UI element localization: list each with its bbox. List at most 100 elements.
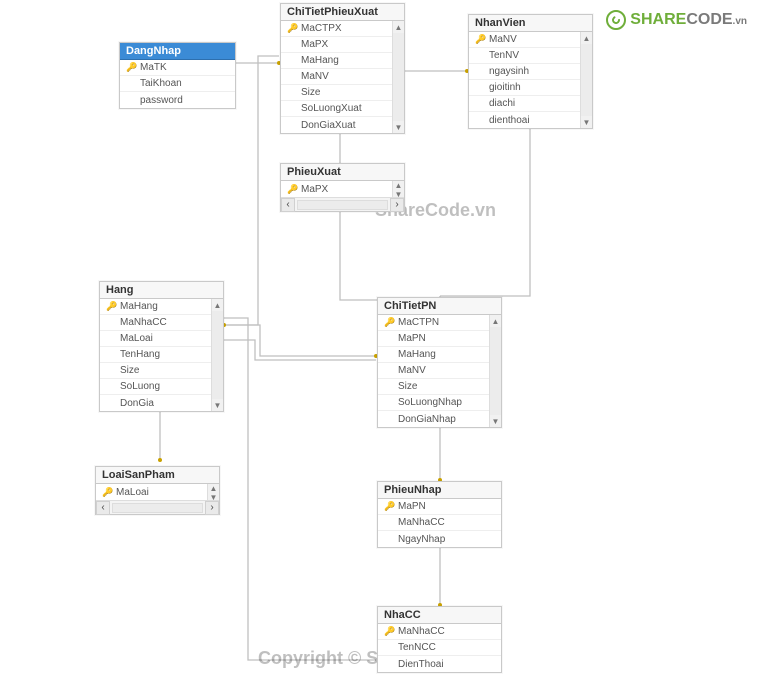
scroll-up-icon[interactable]: ▲ bbox=[393, 21, 404, 33]
table-row[interactable]: 🔑MaHang bbox=[100, 299, 211, 315]
table-row[interactable]: ngaysinh bbox=[469, 64, 580, 80]
table-row[interactable]: MaHang bbox=[378, 347, 489, 363]
table-row[interactable]: TaiKhoan bbox=[120, 76, 235, 92]
table-header[interactable]: Hang bbox=[100, 282, 223, 299]
table-row[interactable]: 🔑MaCTPX bbox=[281, 21, 392, 37]
table-row[interactable]: MaPX bbox=[281, 37, 392, 53]
table-header[interactable]: PhieuNhap bbox=[378, 482, 501, 499]
table-nhacc[interactable]: NhaCC 🔑MaNhaCC TenNCC DienThoai bbox=[377, 606, 502, 673]
table-row[interactable]: 🔑MaTK bbox=[120, 60, 235, 76]
table-row[interactable]: Size bbox=[281, 85, 392, 101]
field-name: dienthoai bbox=[485, 115, 530, 126]
table-row[interactable]: SoLuong bbox=[100, 379, 211, 395]
scroll-down-icon[interactable]: ▼ bbox=[490, 415, 501, 427]
scroll-up-icon[interactable]: ▲ bbox=[208, 484, 219, 493]
table-row[interactable]: 🔑MaCTPN bbox=[378, 315, 489, 331]
scroll-track[interactable] bbox=[581, 44, 592, 116]
table-row[interactable]: diachi bbox=[469, 96, 580, 112]
table-row[interactable]: DonGiaNhap bbox=[378, 411, 489, 427]
table-row[interactable]: MaNhaCC bbox=[378, 515, 501, 531]
scroll-left-icon[interactable]: ‹ bbox=[96, 501, 110, 515]
table-row[interactable]: TenNCC bbox=[378, 640, 501, 656]
table-title: ChiTietPhieuXuat bbox=[287, 6, 378, 18]
table-row[interactable]: MaNhaCC bbox=[100, 315, 211, 331]
table-header[interactable]: ChiTietPN bbox=[378, 298, 501, 315]
table-row[interactable]: NgayNhap bbox=[378, 531, 501, 547]
field-name: password bbox=[136, 95, 183, 106]
table-hang[interactable]: Hang 🔑MaHang MaNhaCC MaLoai TenHang Size… bbox=[99, 281, 224, 412]
table-row[interactable]: gioitinh bbox=[469, 80, 580, 96]
field-name: MaTK bbox=[136, 62, 167, 73]
table-row[interactable]: 🔑MaNV bbox=[469, 32, 580, 48]
scroll-track[interactable] bbox=[112, 503, 203, 513]
table-row[interactable]: MaLoai bbox=[100, 331, 211, 347]
table-row[interactable]: Size bbox=[378, 379, 489, 395]
field-name: MaNV bbox=[485, 34, 517, 45]
vertical-scrollbar[interactable]: ▲▼ bbox=[211, 299, 223, 411]
table-header[interactable]: NhaCC bbox=[378, 607, 501, 624]
table-row[interactable]: SoLuongXuat bbox=[281, 101, 392, 117]
field-name: Size bbox=[297, 87, 320, 98]
key-icon: 🔑 bbox=[384, 317, 394, 328]
scroll-up-icon[interactable]: ▲ bbox=[212, 299, 223, 311]
table-phieunhap[interactable]: PhieuNhap 🔑MaPN MaNhaCC NgayNhap bbox=[377, 481, 502, 548]
scroll-track[interactable] bbox=[297, 200, 388, 210]
table-row[interactable]: DonGiaXuat bbox=[281, 117, 392, 133]
table-loaisanpham[interactable]: LoaiSanPham 🔑MaLoai ▲▼ ‹› bbox=[95, 466, 220, 515]
scroll-down-icon[interactable]: ▼ bbox=[393, 121, 404, 133]
scroll-down-icon[interactable]: ▼ bbox=[581, 116, 592, 128]
vertical-scrollbar[interactable]: ▲▼ bbox=[392, 181, 404, 197]
scroll-right-icon[interactable]: › bbox=[205, 501, 219, 515]
field-name: MaPX bbox=[297, 184, 328, 195]
scroll-down-icon[interactable]: ▼ bbox=[208, 493, 219, 502]
vertical-scrollbar[interactable]: ▲▼ bbox=[489, 315, 501, 427]
table-header[interactable]: DangNhap bbox=[120, 43, 235, 60]
table-header[interactable]: PhieuXuat bbox=[281, 164, 404, 181]
table-nhanvien[interactable]: NhanVien 🔑MaNV TenNV ngaysinh gioitinh d… bbox=[468, 14, 593, 129]
table-row[interactable]: 🔑MaPN bbox=[378, 499, 501, 515]
table-title: LoaiSanPham bbox=[102, 469, 175, 481]
scroll-down-icon[interactable]: ▼ bbox=[393, 190, 404, 199]
field-name: MaCTPN bbox=[394, 317, 439, 328]
scroll-track[interactable] bbox=[212, 311, 223, 399]
table-phieuxuat[interactable]: PhieuXuat 🔑MaPX ▲▼ ‹› bbox=[280, 163, 405, 212]
scroll-track[interactable] bbox=[490, 327, 501, 415]
horizontal-scrollbar[interactable]: ‹› bbox=[96, 500, 219, 514]
table-chitietphieuxuat[interactable]: ChiTietPhieuXuat 🔑MaCTPX MaPX MaHang MaN… bbox=[280, 3, 405, 134]
table-header[interactable]: NhanVien bbox=[469, 15, 592, 32]
vertical-scrollbar[interactable]: ▲▼ bbox=[392, 21, 404, 133]
field-name: DienThoai bbox=[394, 659, 444, 670]
table-row[interactable]: Size bbox=[100, 363, 211, 379]
table-row[interactable]: MaNV bbox=[378, 363, 489, 379]
horizontal-scrollbar[interactable]: ‹› bbox=[281, 197, 404, 211]
table-row[interactable]: DonGia bbox=[100, 395, 211, 411]
table-row[interactable]: 🔑MaPX bbox=[281, 181, 392, 197]
table-row[interactable]: DienThoai bbox=[378, 656, 501, 672]
scroll-right-icon[interactable]: › bbox=[390, 198, 404, 212]
table-header[interactable]: LoaiSanPham bbox=[96, 467, 219, 484]
scroll-up-icon[interactable]: ▲ bbox=[581, 32, 592, 44]
vertical-scrollbar[interactable]: ▲▼ bbox=[580, 32, 592, 128]
table-header[interactable]: ChiTietPhieuXuat bbox=[281, 4, 404, 21]
scroll-up-icon[interactable]: ▲ bbox=[393, 181, 404, 190]
table-row[interactable]: MaHang bbox=[281, 53, 392, 69]
table-row[interactable]: dienthoai bbox=[469, 112, 580, 128]
table-row[interactable]: password bbox=[120, 92, 235, 108]
table-row[interactable]: TenHang bbox=[100, 347, 211, 363]
field-name: TaiKhoan bbox=[136, 78, 182, 89]
scroll-track[interactable] bbox=[393, 33, 404, 121]
logo-code: CODE bbox=[686, 11, 732, 28]
table-row[interactable]: 🔑MaNhaCC bbox=[378, 624, 501, 640]
vertical-scrollbar[interactable]: ▲▼ bbox=[207, 484, 219, 500]
scroll-up-icon[interactable]: ▲ bbox=[490, 315, 501, 327]
scroll-down-icon[interactable]: ▼ bbox=[212, 399, 223, 411]
table-row[interactable]: 🔑MaLoai bbox=[96, 484, 207, 500]
table-chitietpn[interactable]: ChiTietPN 🔑MaCTPN MaPN MaHang MaNV Size … bbox=[377, 297, 502, 428]
table-row[interactable]: SoLuongNhap bbox=[378, 395, 489, 411]
table-row[interactable]: MaNV bbox=[281, 69, 392, 85]
table-row[interactable]: TenNV bbox=[469, 48, 580, 64]
field-name: MaPN bbox=[394, 501, 426, 512]
scroll-left-icon[interactable]: ‹ bbox=[281, 198, 295, 212]
table-dangnhap[interactable]: DangNhap 🔑MaTK TaiKhoan password bbox=[119, 42, 236, 109]
table-row[interactable]: MaPN bbox=[378, 331, 489, 347]
